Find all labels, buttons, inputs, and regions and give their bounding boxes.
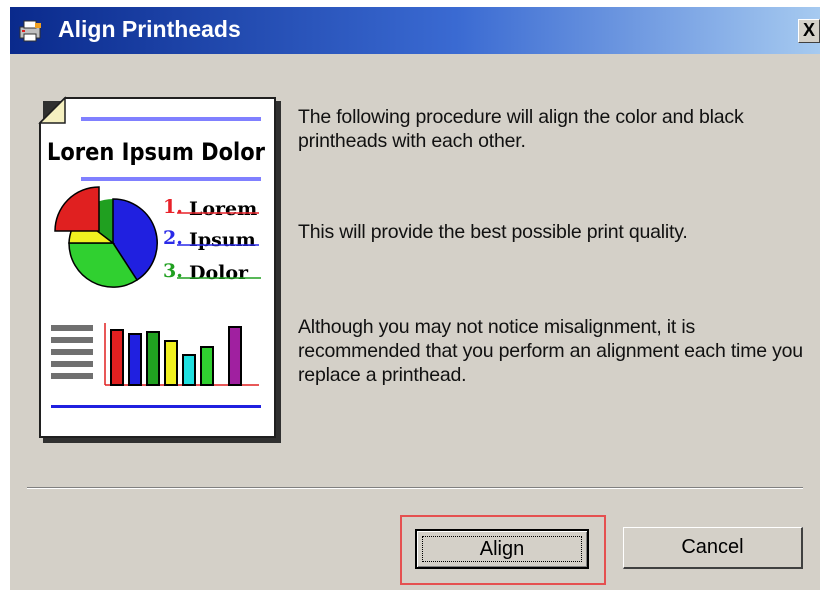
align-printheads-dialog: Align Printheads X Loren Ipsum Dolor 1. … (10, 7, 820, 590)
message-quality: This will provide the best possible prin… (298, 221, 688, 243)
cancel-button[interactable]: Cancel (623, 527, 803, 569)
message-align-description: The following procedure will align the c… (298, 106, 744, 152)
illustration-item-2: Ipsum (189, 229, 256, 251)
illustration-number-1: 1. (163, 196, 183, 218)
printer-app-icon (19, 20, 41, 42)
window-title: Align Printheads (58, 16, 241, 42)
focus-rectangle (422, 536, 582, 562)
illustration-item-3: Dolor (189, 262, 249, 284)
illustration-item-1: Lorem (189, 198, 257, 220)
align-button[interactable]: Align (415, 529, 589, 569)
close-button[interactable]: X (798, 19, 820, 43)
separator (27, 487, 803, 489)
illustration-heading: Loren Ipsum Dolor (47, 138, 265, 166)
document-illustration: Loren Ipsum Dolor 1. Lorem 2. Ipsum 3. D… (38, 96, 281, 443)
cancel-button-label: Cancel (681, 536, 744, 558)
message-recommendation: Although you may not notice misalignment… (298, 316, 803, 386)
title-bar[interactable]: Align Printheads X (10, 7, 820, 54)
close-icon: X (802, 20, 815, 40)
